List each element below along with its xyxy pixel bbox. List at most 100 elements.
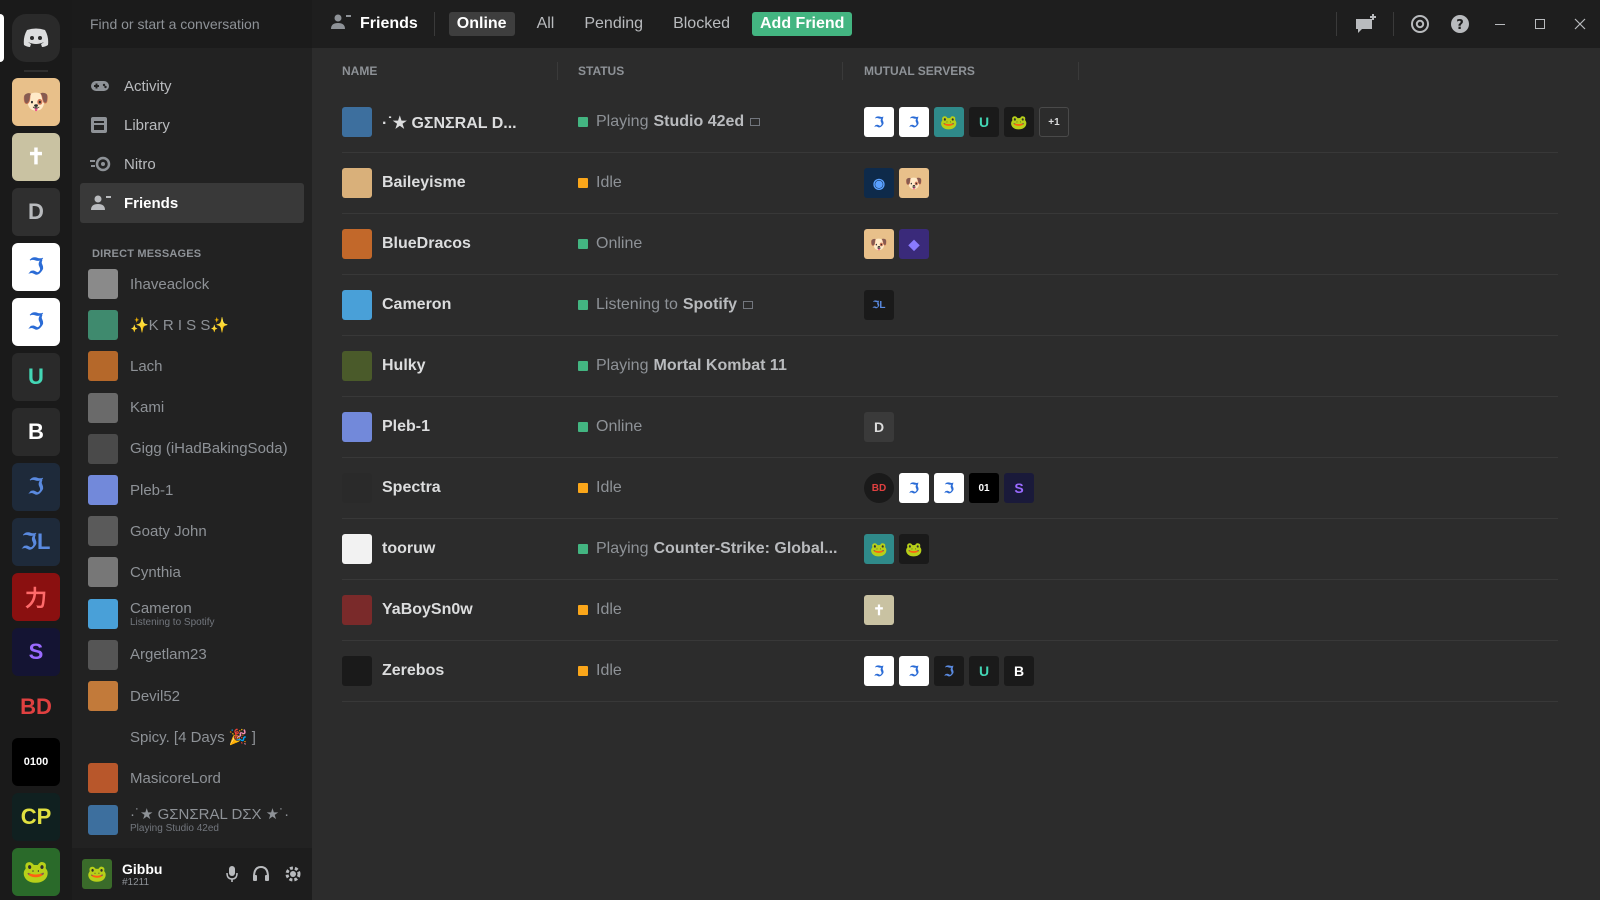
dm-item[interactable]: Cameron Listening to Spotify <box>88 594 304 634</box>
mutual-server-icon[interactable]: ◆ <box>899 229 929 259</box>
dm-item[interactable]: ·˙★ GΣNΣRAL DΣX ★˙· Playing Studio 42ed <box>88 800 304 840</box>
friend-row[interactable]: Zerebos Idle ℑ ℑ ℑ U B <box>342 641 1558 702</box>
server-icon[interactable]: BD <box>12 683 60 731</box>
server-icon[interactable]: U <box>12 353 60 401</box>
server-icon[interactable]: ℑ <box>12 463 60 511</box>
friend-row[interactable]: tooruw Playing Counter-Strike: Global... 🐸 🐸 <box>342 519 1558 580</box>
minimize-icon[interactable] <box>1480 18 1520 30</box>
tab-all[interactable]: All <box>529 12 563 36</box>
dm-item[interactable]: MasicoreLord <box>88 758 304 798</box>
nav-activity[interactable]: Activity <box>80 66 304 106</box>
dm-text: ·˙★ GΣNΣRAL DΣX ★˙· Playing Studio 42ed <box>130 805 289 834</box>
mutual-server-icon[interactable]: ◉ <box>864 168 894 198</box>
nav-nitro[interactable]: Nitro <box>80 144 304 184</box>
mutual-server-icon[interactable]: B <box>1004 656 1034 686</box>
mutual-server-icon[interactable]: ℑ <box>899 656 929 686</box>
mutual-server-icon[interactable]: 🐸 <box>899 534 929 564</box>
mutual-server-icon[interactable]: 🐶 <box>864 229 894 259</box>
mutual-server-icon[interactable]: D <box>864 412 894 442</box>
mutual-server-icon[interactable]: U <box>969 656 999 686</box>
friend-row[interactable]: Spectra Idle BD ℑ ℑ 01 S <box>342 458 1558 519</box>
home-button[interactable] <box>12 14 60 62</box>
server-icon[interactable]: 🐸 <box>12 848 60 896</box>
mutual-server-icon[interactable]: ℑ <box>934 473 964 503</box>
friends-title-label: Friends <box>360 15 418 32</box>
maximize-icon[interactable] <box>1520 18 1560 30</box>
dm-item[interactable]: Devil52 <box>88 676 304 716</box>
friend-row[interactable]: ·˙★ GΣNΣRAL D... Playing Studio 42ed ℑ ℑ 🐸 U 🐸 +… <box>342 92 1558 153</box>
microphone-icon[interactable] <box>226 865 238 888</box>
mutual-servers: 🐸 🐸 <box>864 534 929 564</box>
server-icon[interactable]: ✝ <box>12 133 60 181</box>
dm-item[interactable]: Kami <box>88 388 304 428</box>
dm-item[interactable]: Spicy. [4 Days 🎉 ] <box>88 717 304 757</box>
close-icon[interactable] <box>1560 18 1600 30</box>
add-friend-button[interactable]: Add Friend <box>752 12 853 36</box>
friend-row[interactable]: Hulky Playing Mortal Kombat 11 <box>342 336 1558 397</box>
mutual-server-icon[interactable]: U <box>969 107 999 137</box>
tab-pending[interactable]: Pending <box>576 12 651 36</box>
mutual-server-icon[interactable]: ℑ <box>899 473 929 503</box>
headphones-icon[interactable] <box>252 865 270 888</box>
dm-item[interactable]: Goaty John <box>88 511 304 551</box>
friend-row[interactable]: BlueDracos Online 🐶 ◆ <box>342 214 1558 275</box>
server-icon[interactable]: D <box>12 188 60 236</box>
status-activity-name: Mortal Kombat 11 <box>653 357 787 374</box>
mutual-server-icon[interactable]: ℑL <box>864 290 894 320</box>
dm-item[interactable]: Argetlam23 <box>88 635 304 675</box>
dm-item[interactable]: Pleb-1 <box>88 470 304 510</box>
mutual-server-icon[interactable]: ℑ <box>899 107 929 137</box>
friend-row[interactable]: YaBoySn0w Idle ✝ <box>342 580 1558 641</box>
dm-item[interactable]: ✨K R I S S✨ <box>88 305 304 345</box>
friend-name: YaBoySn0w <box>382 601 473 618</box>
mutual-server-icon[interactable]: 🐸 <box>1004 107 1034 137</box>
mutual-server-icon[interactable]: 🐸 <box>864 534 894 564</box>
mutual-server-icon[interactable]: ℑ <box>864 656 894 686</box>
server-icon[interactable]: 0100 <box>12 738 60 786</box>
tab-blocked[interactable]: Blocked <box>665 12 738 36</box>
mutual-server-icon[interactable]: ✝ <box>864 595 894 625</box>
dm-section-header: DIRECT MESSAGES <box>92 248 202 260</box>
user-avatar[interactable]: 🐸 <box>82 859 112 889</box>
more-servers-badge[interactable]: +1 <box>1039 107 1069 137</box>
friend-status: Playing Mortal Kombat 11 <box>578 357 787 375</box>
mutual-server-icon[interactable]: ℑ <box>934 656 964 686</box>
mutual-server-icon[interactable]: BD <box>864 473 894 503</box>
column-divider <box>842 62 843 80</box>
server-icon[interactable]: ℑ <box>12 243 60 291</box>
friend-status: Playing Studio 42ed <box>578 113 761 131</box>
dm-item[interactable]: Lach <box>88 346 304 386</box>
server-icon[interactable]: 力 <box>12 573 60 621</box>
status-text: Playing <box>596 540 649 557</box>
search-input[interactable]: Find or start a conversation <box>72 0 312 48</box>
nav-friends[interactable]: Friends <box>80 183 304 223</box>
friend-row[interactable]: Cameron Listening to Spotify ℑL <box>342 275 1558 336</box>
tab-online[interactable]: Online <box>448 12 515 36</box>
dm-avatar <box>88 351 118 382</box>
server-icon[interactable]: CP <box>12 793 60 841</box>
server-icon[interactable]: 🐶 <box>12 78 60 126</box>
server-icon[interactable]: S <box>12 628 60 676</box>
friend-row[interactable]: Baileyisme Idle ◉ 🐶 <box>342 153 1558 214</box>
server-icon[interactable]: ℑL <box>12 518 60 566</box>
mutual-server-icon[interactable]: S <box>1004 473 1034 503</box>
dm-item[interactable]: Cynthia <box>88 552 304 592</box>
mutual-server-icon[interactable]: ℑ <box>864 107 894 137</box>
help-icon[interactable]: ? <box>1440 14 1480 34</box>
nav-nitro-label: Nitro <box>124 155 156 173</box>
dm-item[interactable]: Gigg (iHadBakingSoda) <box>88 429 304 469</box>
nav-library[interactable]: Library <box>80 105 304 145</box>
server-icon[interactable]: B <box>12 408 60 456</box>
settings-gear-icon[interactable] <box>284 865 302 888</box>
dm-item[interactable]: Ihaveaclock <box>88 264 304 304</box>
mutual-servers: ℑ ℑ 🐸 U 🐸 +1 <box>864 107 1069 137</box>
new-group-dm-icon[interactable] <box>1347 13 1387 35</box>
mutual-server-icon[interactable]: 01 <box>969 473 999 503</box>
friend-row[interactable]: Pleb-1 Online D <box>342 397 1558 458</box>
column-header-name: NAME <box>342 64 378 78</box>
friend-status: Online <box>578 235 642 253</box>
mutual-server-icon[interactable]: 🐶 <box>899 168 929 198</box>
mentions-icon[interactable] <box>1400 14 1440 34</box>
server-icon[interactable]: ℑ <box>12 298 60 346</box>
mutual-server-icon[interactable]: 🐸 <box>934 107 964 137</box>
